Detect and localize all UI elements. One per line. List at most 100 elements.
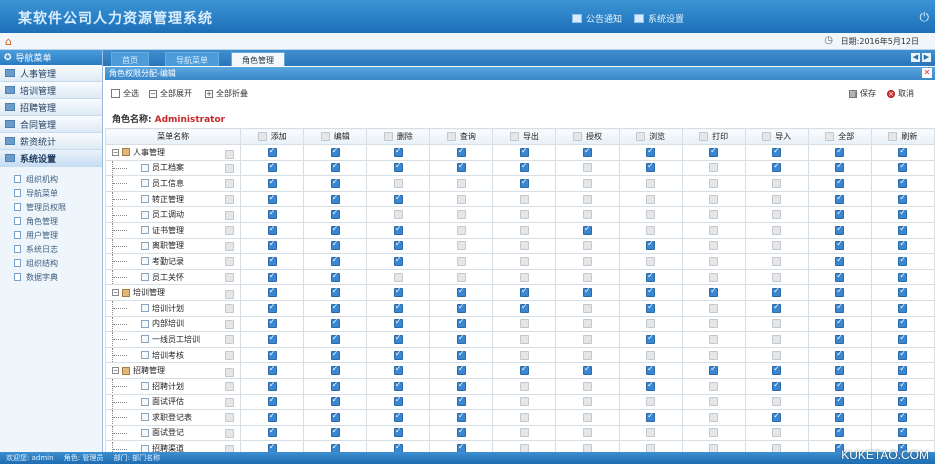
- permission-checkbox[interactable]: [519, 397, 529, 407]
- permission-checkbox[interactable]: [646, 225, 656, 235]
- column-checkbox[interactable]: [509, 131, 519, 141]
- permission-checkbox[interactable]: [330, 426, 340, 438]
- permission-checkbox[interactable]: [898, 224, 908, 235]
- permission-checkbox[interactable]: [709, 163, 719, 173]
- permission-checkbox[interactable]: [709, 210, 719, 220]
- permission-checkbox[interactable]: [583, 256, 592, 266]
- permission-checkbox[interactable]: [519, 161, 529, 173]
- permission-checkbox[interactable]: [583, 286, 592, 298]
- permission-checkbox[interactable]: [835, 395, 845, 407]
- permission-checkbox[interactable]: [646, 302, 656, 313]
- permission-checkbox[interactable]: [772, 350, 782, 360]
- permission-checkbox[interactable]: [393, 333, 403, 344]
- permission-checkbox[interactable]: [393, 146, 403, 157]
- permission-checkbox[interactable]: [646, 319, 656, 329]
- home-icon[interactable]: ⌂: [5, 35, 12, 48]
- permission-checkbox[interactable]: [519, 241, 529, 251]
- permission-checkbox[interactable]: [393, 317, 403, 329]
- permission-checkbox[interactable]: [646, 333, 656, 344]
- tab-nav-menu[interactable]: 导航菜单: [165, 52, 219, 66]
- sidebar-group-recruitment[interactable]: 招聘管理: [0, 99, 102, 116]
- permission-checkbox[interactable]: [646, 161, 656, 173]
- permission-checkbox[interactable]: [772, 241, 782, 251]
- permission-checkbox[interactable]: [393, 411, 403, 422]
- system-settings-link[interactable]: 系统设置: [634, 12, 684, 25]
- permission-checkbox[interactable]: [267, 239, 277, 251]
- permission-checkbox[interactable]: [583, 350, 592, 360]
- permission-checkbox[interactable]: [393, 380, 403, 391]
- permission-checkbox[interactable]: [519, 177, 529, 188]
- permission-checkbox[interactable]: [456, 333, 466, 344]
- permission-checkbox[interactable]: [456, 272, 466, 282]
- permission-checkbox[interactable]: [519, 194, 529, 204]
- permission-checkbox[interactable]: [519, 210, 529, 220]
- permission-checkbox[interactable]: [267, 349, 277, 360]
- permission-checkbox[interactable]: [330, 146, 340, 157]
- permission-checkbox[interactable]: [646, 239, 656, 251]
- permission-checkbox[interactable]: [393, 210, 403, 220]
- row-checkbox[interactable]: [225, 428, 235, 438]
- cancel-button[interactable]: × 取消: [887, 88, 914, 99]
- sidebar-item-users[interactable]: 用户管理: [0, 227, 102, 241]
- permission-checkbox[interactable]: [898, 271, 908, 282]
- sidebar-group-personnel[interactable]: 人事管理: [0, 65, 102, 82]
- tab-scroll-right-icon[interactable]: ▶: [922, 53, 931, 62]
- permission-checkbox[interactable]: [267, 193, 277, 204]
- permission-checkbox[interactable]: [709, 178, 719, 188]
- permission-checkbox[interactable]: [646, 178, 656, 188]
- permission-checkbox[interactable]: [393, 255, 403, 266]
- permission-checkbox[interactable]: [583, 412, 592, 422]
- permission-checkbox[interactable]: [267, 317, 277, 329]
- permission-checkbox[interactable]: [772, 380, 782, 391]
- permission-checkbox[interactable]: [772, 397, 782, 407]
- permission-checkbox[interactable]: [330, 208, 340, 220]
- permission-checkbox[interactable]: [772, 302, 782, 313]
- permission-checkbox[interactable]: [583, 381, 592, 391]
- row-checkbox[interactable]: [225, 413, 235, 423]
- permission-checkbox[interactable]: [267, 411, 277, 422]
- permission-checkbox[interactable]: [330, 411, 340, 422]
- permission-checkbox[interactable]: [519, 428, 529, 438]
- permission-checkbox[interactable]: [456, 146, 466, 157]
- permission-checkbox[interactable]: [898, 239, 908, 251]
- permission-checkbox[interactable]: [709, 412, 719, 422]
- permission-checkbox[interactable]: [519, 364, 529, 376]
- permission-checkbox[interactable]: [646, 428, 656, 438]
- permission-checkbox[interactable]: [583, 319, 592, 329]
- permission-checkbox[interactable]: [519, 286, 529, 298]
- permission-checkbox[interactable]: [393, 286, 403, 298]
- permission-checkbox[interactable]: [519, 319, 529, 329]
- permission-checkbox[interactable]: [393, 395, 403, 407]
- column-checkbox[interactable]: [573, 131, 582, 141]
- tab-scroll-left-icon[interactable]: ◀: [911, 53, 920, 62]
- permission-checkbox[interactable]: [330, 302, 340, 313]
- row-checkbox[interactable]: [225, 397, 235, 407]
- permission-checkbox[interactable]: [267, 177, 277, 188]
- column-checkbox[interactable]: [320, 131, 330, 141]
- permission-checkbox[interactable]: [709, 146, 719, 157]
- permission-checkbox[interactable]: [772, 161, 782, 173]
- permission-checkbox[interactable]: [772, 225, 782, 235]
- save-button[interactable]: ▤ 保存: [849, 88, 876, 99]
- permission-checkbox[interactable]: [456, 411, 466, 422]
- column-checkbox[interactable]: [636, 131, 646, 141]
- permission-checkbox[interactable]: [393, 224, 403, 235]
- permission-checkbox[interactable]: [835, 193, 845, 204]
- permission-checkbox[interactable]: [898, 193, 908, 204]
- permission-checkbox[interactable]: [393, 272, 403, 282]
- permission-checkbox[interactable]: [330, 333, 340, 344]
- collapse-toggle-icon[interactable]: −: [112, 367, 119, 375]
- sidebar-item-org[interactable]: 组织机构: [0, 171, 102, 185]
- permission-checkbox[interactable]: [835, 380, 845, 391]
- permission-checkbox[interactable]: [835, 255, 845, 266]
- row-checkbox[interactable]: [225, 273, 235, 283]
- permission-checkbox[interactable]: [519, 302, 529, 313]
- tab-role-management[interactable]: 角色管理: [231, 52, 285, 66]
- permission-checkbox[interactable]: [898, 411, 908, 422]
- permission-checkbox[interactable]: [583, 364, 592, 376]
- permission-checkbox[interactable]: [393, 302, 403, 313]
- permission-checkbox[interactable]: [267, 364, 277, 376]
- sidebar-group-system[interactable]: 系统设置: [0, 150, 102, 167]
- permission-checkbox[interactable]: [709, 286, 719, 298]
- permission-checkbox[interactable]: [835, 161, 845, 173]
